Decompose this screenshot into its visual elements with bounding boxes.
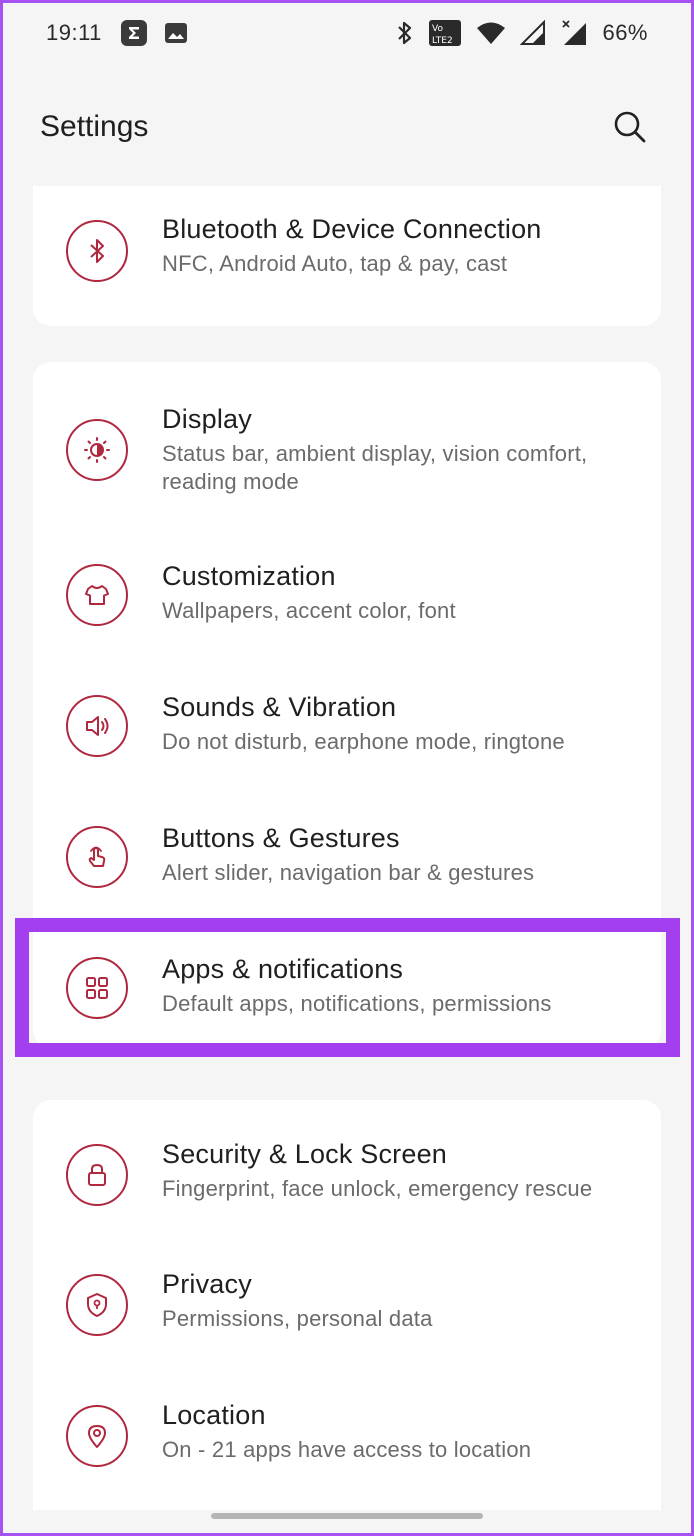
settings-item-sounds[interactable]: Sounds & Vibration Do not disturb, earph… [33,663,661,794]
settings-item-subtitle: Fingerprint, face unlock, emergency resc… [162,1176,593,1201]
signal-icon [520,20,546,46]
settings-item-title: Privacy [162,1269,252,1299]
settings-item-subtitle: Default apps, notifications, permissions [162,991,552,1016]
settings-item-title: Location [162,1400,266,1430]
location-pin-icon [66,1405,128,1467]
app-bar: Settings [0,66,694,188]
gesture-icon [66,826,128,888]
settings-group-connections: Bluetooth & Device Connection NFC, Andro… [33,186,661,326]
settings-item-customization[interactable]: Customization Wallpapers, accent color, … [33,532,661,663]
settings-item-apps-notifications[interactable]: Apps & notifications Default apps, notif… [33,925,661,1048]
bluetooth-icon [66,220,128,282]
settings-item-subtitle: Permissions, personal data [162,1306,433,1331]
settings-item-subtitle: Status bar, ambient display, vision comf… [162,441,588,494]
home-indicator[interactable] [211,1513,483,1519]
settings-item-subtitle: On - 21 apps have access to location [162,1437,532,1462]
wifi-icon [476,21,506,45]
settings-group-security: Security & Lock Screen Fingerprint, face… [33,1100,661,1510]
svg-text:LTE2: LTE2 [432,36,453,46]
lock-icon [66,1144,128,1206]
apps-grid-icon [66,957,128,1019]
shield-icon [66,1274,128,1336]
status-time: 19:11 [46,20,102,45]
speaker-icon [66,695,128,757]
signal-no-data-icon [560,19,588,47]
settings-item-title: Sounds & Vibration [162,692,397,722]
battery-percent: 66% [602,20,648,45]
settings-item-subtitle: NFC, Android Auto, tap & pay, cast [162,251,508,276]
search-icon [614,111,646,143]
page-title: Settings [40,110,149,143]
settings-item-title: Apps & notifications [162,954,404,984]
settings-group-device: Display Status bar, ambient display, vis… [33,362,661,1048]
settings-item-bluetooth[interactable]: Bluetooth & Device Connection NFC, Andro… [33,186,661,326]
settings-item-location[interactable]: Location On - 21 apps have access to loc… [33,1371,661,1502]
settings-item-title: Bluetooth & Device Connection [162,214,542,244]
settings-item-title: Buttons & Gestures [162,823,400,853]
volte-icon: Vo LTE2 [428,19,462,47]
settings-item-subtitle: Do not disturb, earphone mode, ringtone [162,729,565,754]
svg-text:Vo: Vo [432,24,443,34]
settings-item-title: Security & Lock Screen [162,1139,448,1169]
shirt-icon [66,564,128,626]
settings-item-subtitle: Wallpapers, accent color, font [162,598,456,623]
settings-item-subtitle: Alert slider, navigation bar & gestures [162,860,535,885]
settings-item-title: Display [162,404,252,434]
search-button[interactable] [606,103,654,151]
settings-item-title: Customization [162,561,336,591]
bluetooth-icon [396,20,414,46]
brightness-icon [66,419,128,481]
notification-image-icon [164,22,188,44]
notification-sigma-icon [120,19,148,47]
settings-item-privacy[interactable]: Privacy Permissions, personal data [33,1240,661,1371]
settings-item-security[interactable]: Security & Lock Screen Fingerprint, face… [33,1100,661,1240]
status-bar: 19:11 Vo LTE2 66% [0,0,694,66]
settings-item-display[interactable]: Display Status bar, ambient display, vis… [33,362,661,532]
settings-item-buttons-gestures[interactable]: Buttons & Gestures Alert slider, navigat… [33,794,661,925]
